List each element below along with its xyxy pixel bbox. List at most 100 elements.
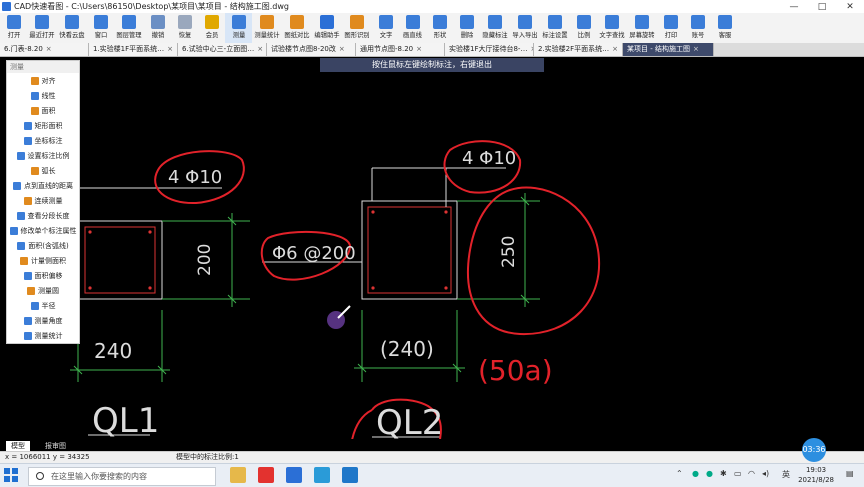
taskbar-search[interactable]: 在这里输入你要搜索的内容: [28, 467, 216, 486]
toolbar-button-17[interactable]: 隐藏标注: [480, 13, 510, 43]
measure-tool-item[interactable]: 测量圆: [7, 283, 79, 298]
measure-tool-label: 点到直线的距离: [24, 181, 73, 190]
close-tab-icon[interactable]: ×: [612, 45, 618, 53]
toolbar-button-19[interactable]: 标注设置: [540, 13, 570, 43]
tray-network-icon[interactable]: ◠: [748, 469, 755, 478]
measure-tool-item[interactable]: 计量侧面积: [7, 253, 79, 268]
document-tab-label: 6.试验中心三-立面图…: [182, 45, 255, 53]
document-tab[interactable]: 通用节点图-8.20 ×: [356, 43, 445, 56]
recent-icon: [35, 15, 49, 29]
toolbar-button-18[interactable]: 导入导出: [510, 13, 540, 43]
toolbar-button-6[interactable]: 恢复: [171, 13, 198, 43]
toolbar-button-2[interactable]: 快看云盘: [57, 13, 87, 43]
timer-badge[interactable]: 03:36: [802, 438, 826, 462]
close-tab-icon[interactable]: ×: [46, 45, 52, 53]
file-explorer-icon[interactable]: [230, 467, 246, 483]
document-tab-label: 2.实验楼2F平面系统…: [538, 45, 610, 53]
drawing-canvas[interactable]: 4 Φ10 200 240 Φ6 @200 4 Φ10 250 (240) (5…: [0, 57, 864, 439]
tab-model[interactable]: 模型: [6, 441, 30, 451]
ql2-label: QL2: [376, 403, 443, 439]
toolbar-button-0[interactable]: 打开: [0, 13, 27, 43]
app-t-icon[interactable]: [342, 467, 358, 483]
measure-icon: [231, 15, 246, 29]
tray-wechat-icon[interactable]: ●: [706, 469, 713, 478]
toolbar-button-9[interactable]: 测量统计: [252, 13, 282, 43]
toolbar-button-10[interactable]: 图纸对比: [282, 13, 312, 43]
app-a-icon[interactable]: [258, 467, 274, 483]
app-ckit-icon[interactable]: [286, 467, 302, 483]
tab-review[interactable]: 报审图: [40, 441, 71, 451]
document-tab[interactable]: 6.试验中心三-立面图… ×: [178, 43, 267, 56]
measure-tool-item[interactable]: 对齐: [7, 73, 79, 88]
measure-tool-item[interactable]: 测量统计: [7, 328, 79, 343]
toolbar-button-13[interactable]: 文字: [372, 13, 399, 43]
left-height-label: 200: [195, 244, 215, 276]
taskbar-clock[interactable]: 19:03 2021/8/28: [798, 465, 834, 485]
annotation-settings-icon: [548, 15, 562, 29]
toolbar-button-14[interactable]: 画直线: [399, 13, 426, 43]
notification-icon[interactable]: ▤: [846, 469, 854, 478]
shape-icon: [432, 15, 447, 29]
tray-monitor-icon[interactable]: ▭: [734, 469, 742, 478]
measure-tool-item[interactable]: 面积偏移: [7, 268, 79, 283]
close-tab-icon[interactable]: ×: [416, 45, 422, 53]
measure-tool-item[interactable]: 弧长: [7, 163, 79, 178]
measure-tool-item[interactable]: 矩形面积: [7, 118, 79, 133]
tray-chevron-icon[interactable]: ⌃: [676, 469, 683, 478]
stirrup-label: Φ6 @200: [272, 243, 356, 264]
toolbar-button-20[interactable]: 比例: [570, 13, 597, 43]
toolbar-button-15[interactable]: 形状: [426, 13, 453, 43]
measure-tool-item[interactable]: 线性: [7, 88, 79, 103]
toolbar-button-11[interactable]: 编辑助手: [312, 13, 342, 43]
toolbar-button-16[interactable]: 删除: [453, 13, 480, 43]
measure-tool-item[interactable]: 修改单个标注属性: [7, 223, 79, 238]
document-tab[interactable]: 6.门表-8.20 ×: [0, 43, 89, 56]
toolbar-button-12[interactable]: 图形识别: [342, 13, 372, 43]
maximize-button[interactable]: □: [808, 2, 836, 12]
ime-indicator[interactable]: 英: [782, 469, 790, 480]
measure-tool-item[interactable]: 坐标标注: [7, 133, 79, 148]
tray-bluetooth-icon[interactable]: ✱: [720, 469, 727, 478]
measure-tool-item[interactable]: 半径: [7, 298, 79, 313]
measure-tool-item[interactable]: 连续测量: [7, 193, 79, 208]
taskbar-search-placeholder: 在这里输入你要搜索的内容: [51, 472, 147, 481]
toolbar-button-1[interactable]: 最近打开: [27, 13, 57, 43]
toolbar-button-24[interactable]: 账号: [684, 13, 711, 43]
toolbar-button-23[interactable]: 打印: [657, 13, 684, 43]
toolbar-button-7[interactable]: 会员: [198, 13, 225, 43]
compare-icon: [290, 15, 304, 29]
document-tab[interactable]: 某项目 - 结构施工图 ×: [623, 43, 714, 56]
document-tab[interactable]: 实验楼1F大厅接待台8-…×: [445, 43, 534, 56]
close-button[interactable]: ✕: [836, 2, 864, 12]
toolbar-button-25[interactable]: 客服: [711, 13, 738, 43]
toolbar-button-22[interactable]: 屏幕旋转: [627, 13, 657, 43]
toolbar-button-8[interactable]: 测量: [225, 13, 252, 43]
app-video-icon[interactable]: [314, 467, 330, 483]
document-tab[interactable]: 试验楼节点图8-20改 ×: [267, 43, 356, 56]
close-tab-icon[interactable]: ×: [339, 45, 345, 53]
toolbar-button-21[interactable]: 文字查找: [597, 13, 627, 43]
measure-tool-item[interactable]: 测量角度: [7, 313, 79, 328]
toolbar-button-4[interactable]: 图层管理: [114, 13, 144, 43]
toolbar-label: 导入导出: [512, 31, 538, 39]
document-tab[interactable]: 1.实验楼1F平面系统… ×: [89, 43, 178, 56]
close-tab-icon[interactable]: ×: [693, 45, 699, 53]
minimize-button[interactable]: —: [780, 2, 808, 12]
close-tab-icon[interactable]: ×: [257, 45, 263, 53]
measure-tool-icon: [23, 136, 32, 145]
measure-tool-item[interactable]: 面积(含弧线): [7, 238, 79, 253]
ql1-label: QL1: [92, 401, 159, 439]
toolbar-button-3[interactable]: 窗口: [87, 13, 114, 43]
tray-volume-icon[interactable]: ◂): [762, 469, 769, 478]
line-icon: [405, 15, 420, 29]
toolbar-button-5[interactable]: 撤销: [144, 13, 171, 43]
close-tab-icon[interactable]: ×: [167, 45, 173, 53]
measure-tool-item[interactable]: 设置标注比例: [7, 148, 79, 163]
measure-tool-item[interactable]: 查看分段长度: [7, 208, 79, 223]
document-tab[interactable]: 2.实验楼2F平面系统… ×: [534, 43, 623, 56]
tray-app-icon[interactable]: ●: [692, 469, 699, 478]
recognize-icon: [350, 15, 364, 29]
measure-tool-item[interactable]: 面积: [7, 103, 79, 118]
measure-tool-item[interactable]: 点到直线的距离: [7, 178, 79, 193]
windows-start-icon[interactable]: [4, 468, 19, 483]
